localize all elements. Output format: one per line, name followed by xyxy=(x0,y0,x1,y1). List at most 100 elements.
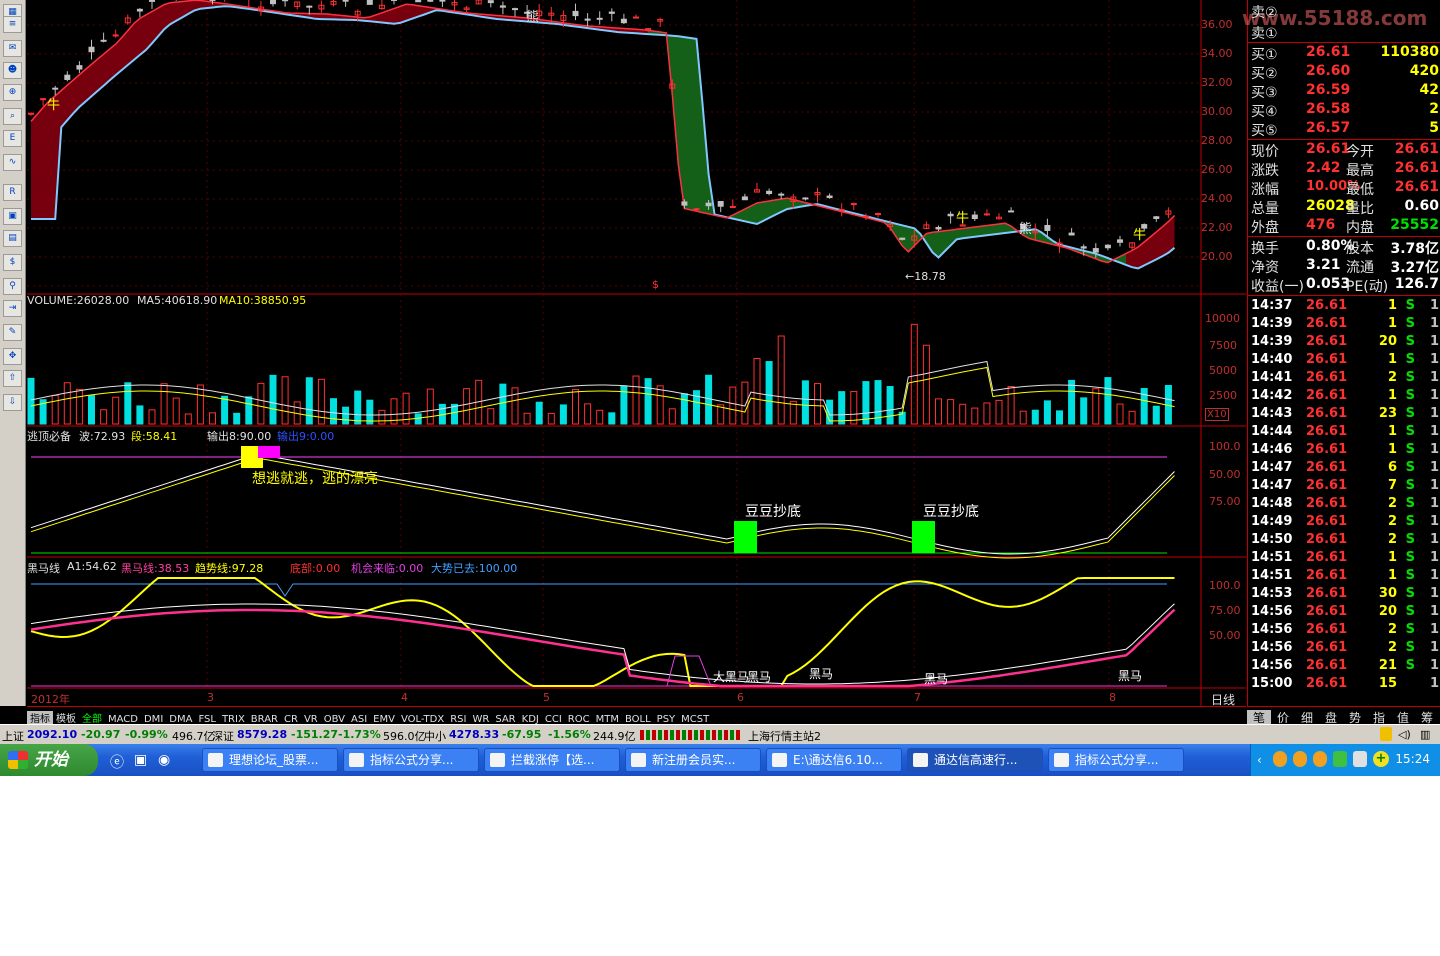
volume-title: VOLUME:26028.00 xyxy=(27,294,130,307)
taskbar-window-label: 拦截涨停【选... xyxy=(511,753,595,767)
volume-bar xyxy=(184,413,192,425)
network-tray-icon[interactable] xyxy=(1353,751,1367,767)
dollar-icon[interactable]: $ xyxy=(3,254,22,271)
volume-bar xyxy=(596,409,604,425)
server-name[interactable]: 上海行情主站2 xyxy=(748,728,821,744)
esc-y-tick: 100.0 xyxy=(1209,440,1241,453)
volume-bar xyxy=(148,409,156,425)
taskbar-window-button[interactable]: 指标公式分享... xyxy=(1048,748,1184,772)
candle-body xyxy=(1044,224,1051,231)
tick-row: 14:44 26.61 1 S 1 xyxy=(1248,424,1440,442)
ie-icon[interactable]: ⓔ xyxy=(110,752,124,772)
tick-time: 15:00 xyxy=(1251,676,1293,691)
buy-price: 26.61 xyxy=(1306,44,1351,60)
volume-bar xyxy=(511,387,519,425)
network-icon[interactable]: ▥ xyxy=(1420,728,1430,741)
exit-icon[interactable]: ⇥ xyxy=(3,300,22,317)
pencil-icon[interactable]: ✎ xyxy=(3,324,22,341)
volume-bar xyxy=(705,374,713,425)
link-icon[interactable]: ⚲ xyxy=(3,278,22,295)
taskbar-window-button[interactable]: 新注册会员实... xyxy=(625,748,761,772)
down-arrow-icon[interactable]: ⇩ xyxy=(3,394,22,411)
volume-bar xyxy=(209,412,216,425)
volume-bar xyxy=(1092,388,1100,425)
quote-key: 总量 xyxy=(1251,201,1279,217)
volume-bar xyxy=(850,391,858,425)
quote-key: 现价 xyxy=(1251,144,1279,160)
tick-price: 26.61 xyxy=(1306,298,1348,313)
qq-icon-3[interactable] xyxy=(1313,751,1327,767)
tick-side: S xyxy=(1405,316,1415,331)
volume-ma5 xyxy=(30,360,1175,416)
tick-time: 14:46 xyxy=(1251,442,1293,457)
y-tick: 36.00 xyxy=(1201,18,1233,31)
tick-count: 1 xyxy=(1429,334,1439,349)
candle-body xyxy=(1008,210,1015,213)
candle-body xyxy=(645,28,652,31)
chart-area[interactable]: ←18.78 $ 牛 熊 牛 熊 牛 36.00 34.00 32.00 30.… xyxy=(27,0,1246,707)
search-icon[interactable]: ⌕ xyxy=(3,108,22,125)
y-tick: 26.00 xyxy=(1201,163,1233,176)
line-icon[interactable]: ∿ xyxy=(3,154,22,171)
candle-body xyxy=(717,201,724,207)
chart-canvas[interactable] xyxy=(27,0,1246,706)
escape-wave: 波:72.93 xyxy=(79,430,126,443)
add-icon[interactable]: + xyxy=(1373,751,1389,767)
alert-icon[interactable] xyxy=(1380,727,1392,741)
tick-side: S xyxy=(1405,532,1415,547)
move-icon[interactable]: ✥ xyxy=(3,348,22,365)
buy-label: 买④ xyxy=(1251,104,1278,120)
taskbar-window-button[interactable]: 指标公式分享... xyxy=(343,748,479,772)
tick-price: 26.61 xyxy=(1306,604,1348,619)
calendar-icon[interactable]: ▤ xyxy=(3,230,22,247)
tick-time: 14:44 xyxy=(1251,424,1293,439)
zoom-f10-icon[interactable]: ⊕ xyxy=(3,84,22,101)
candle-body xyxy=(64,74,71,80)
tick-volume: 21 xyxy=(1378,658,1397,673)
taskbar-window-button[interactable]: 通达信高速行... xyxy=(907,748,1043,772)
sz-label: 深证 xyxy=(212,730,234,743)
tick-time: 14:43 xyxy=(1251,406,1293,421)
photo-icon[interactable]: ▣ xyxy=(3,208,22,225)
tray-expand-icon[interactable]: ‹ xyxy=(1257,753,1262,767)
volume-bar xyxy=(547,412,555,425)
taskbar-window-button[interactable]: E:\通达信6.10... xyxy=(766,748,902,772)
media-icon[interactable]: ◉ xyxy=(158,752,170,768)
tick-volume: 1 xyxy=(1387,424,1397,439)
tick-price: 26.61 xyxy=(1306,568,1348,583)
desktop-icon[interactable]: ▣ xyxy=(134,752,147,768)
up-arrow-icon[interactable]: ⇧ xyxy=(3,370,22,387)
tick-price: 26.61 xyxy=(1306,640,1348,655)
taskbar-window-button[interactable]: 拦截涨停【选... xyxy=(484,748,620,772)
tick-time: 14:56 xyxy=(1251,604,1293,619)
etf-icon[interactable]: E xyxy=(3,130,22,147)
quote-row: 涨幅 10.00% 最低 26.61 xyxy=(1248,179,1440,198)
tick-volume: 1 xyxy=(1387,550,1397,565)
volume-bar xyxy=(100,409,108,425)
shield-icon[interactable] xyxy=(1333,751,1347,767)
volume-bar xyxy=(463,388,471,425)
tick-side: S xyxy=(1405,658,1415,673)
speaker-icon[interactable]: ◁) xyxy=(1398,728,1411,741)
taskbar-window-button[interactable]: 理想论坛_股票... xyxy=(202,748,338,772)
tick-volume: 1 xyxy=(1387,298,1397,313)
qq-icon-2[interactable] xyxy=(1293,751,1307,767)
users-icon[interactable]: ☻ xyxy=(3,62,22,79)
rsi-icon[interactable]: R xyxy=(3,184,22,201)
volume-bar xyxy=(535,401,543,425)
buy-volume: 2 xyxy=(1429,101,1439,117)
tick-time: 14:39 xyxy=(1251,316,1293,331)
sh-label: 上证 xyxy=(2,730,24,743)
horse-label: 黑马 xyxy=(747,670,772,684)
candle-body xyxy=(282,0,289,2)
escape-segment-line xyxy=(30,454,1175,555)
start-button[interactable]: 开始 xyxy=(0,744,98,776)
mail-icon[interactable]: ✉ xyxy=(3,40,22,57)
quote-value: 26.61 xyxy=(1394,160,1439,176)
candle-body xyxy=(76,65,83,70)
quote-value: 476 xyxy=(1306,217,1336,233)
volume-bar xyxy=(172,397,180,425)
qq-icon[interactable] xyxy=(1273,751,1287,767)
quote-key: 净资 xyxy=(1251,260,1279,276)
list-icon[interactable]: ≡ xyxy=(3,16,22,33)
